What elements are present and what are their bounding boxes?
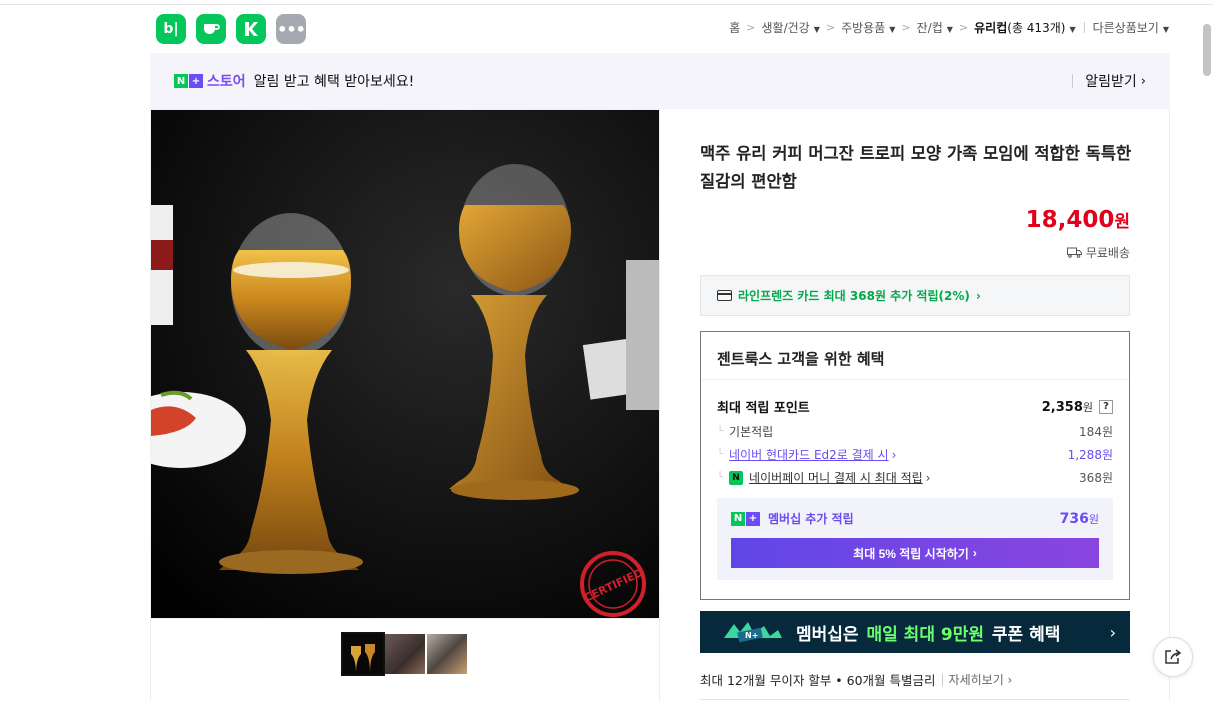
installment-info: 최대 12개월 무이자 할부 • 60개월 특별금리 자세히보기 ›	[700, 671, 1013, 688]
breadcrumb-item-kitchen[interactable]: 주방용품 ▼	[841, 19, 895, 36]
thumbnail-3[interactable]	[427, 634, 467, 674]
thumbnail-2[interactable]	[385, 634, 425, 674]
chevron-right-icon: >	[958, 21, 969, 34]
max-points-row: 최대 적립 포인트 2,358원?	[717, 397, 1113, 416]
npay-points-row: └ N 네이버페이 머니 결제 시 최대 적립 › 368원	[717, 469, 1113, 486]
svg-text:N+: N+	[745, 631, 758, 640]
caret-down-icon: ▼	[889, 25, 896, 34]
other-products-link[interactable]: 다른상품보기 ▼	[1093, 19, 1169, 36]
nplus-logo: N +	[174, 74, 203, 88]
caret-down-icon: ▼	[1069, 25, 1076, 34]
truck-icon	[1066, 247, 1082, 258]
cup-icon	[204, 24, 220, 34]
breadcrumb-item-cups[interactable]: 잔/컵 ▼	[917, 19, 953, 36]
npay-icon: N	[729, 470, 744, 485]
breadcrumb-current[interactable]: 유리컵(총 413개) ▼	[974, 19, 1075, 36]
breadcrumb: 홈 > 생활/건강 ▼ > 주방용품 ▼ > 잔/컵 ▼ > 유리컵(총 413개) ▼…	[729, 19, 1169, 36]
npay-link[interactable]: 네이버페이 머니 결제 시 최대 적립	[749, 469, 923, 486]
product-price: 18,400원	[1025, 207, 1130, 233]
chevron-right-icon: ›	[975, 288, 981, 303]
top-divider	[0, 4, 1213, 5]
share-button[interactable]	[1153, 637, 1193, 677]
scrollbar-thumb[interactable]	[1203, 24, 1211, 76]
chevron-right-icon: ›	[891, 447, 897, 462]
k-logo-icon	[245, 22, 258, 36]
store-label: 스토어	[207, 74, 246, 90]
card-points-row: └ 네이버 현대카드 Ed2로 결제 시 › 1,288원	[717, 446, 1113, 463]
chevron-right-icon: ›	[972, 546, 977, 560]
chevron-right-icon: >	[901, 21, 911, 34]
chevron-right-icon: ›	[1140, 73, 1146, 89]
chevron-right-icon: >	[746, 21, 756, 34]
card-offer-link[interactable]: 라인프렌즈 카드 최대 368원 추가 적립(2%) ›	[700, 275, 1130, 316]
thumbnail-list	[341, 632, 467, 676]
banner-message: 알림 받고 혜택 받아보세요!	[253, 74, 415, 90]
benefit-title: 젠트룩스 고객을 위한 혜택	[701, 332, 1129, 380]
blog-app-icon[interactable]: b|	[156, 14, 186, 44]
hyundai-card-link[interactable]: 네이버 현대카드 Ed2로 결제 시	[729, 446, 889, 463]
help-icon[interactable]: ?	[1099, 399, 1113, 414]
coupon-graphic-icon: N+	[724, 622, 782, 643]
product-main-image[interactable]: CERTIFIED	[150, 109, 660, 619]
divider	[700, 699, 1130, 700]
shipping-info: 무료배송	[1066, 244, 1130, 261]
divider	[1083, 22, 1085, 33]
nplus-logo: N +	[731, 511, 760, 526]
thumbnail-1[interactable]	[341, 632, 385, 676]
store-alert-banner: N + 스토어 알림 받고 혜택 받아보세요! 알림받기 ›	[150, 53, 1170, 109]
chevron-right-icon: ›	[1109, 622, 1116, 642]
basic-points-row: └ 기본적립 184원	[717, 425, 1113, 439]
caret-down-icon: ▼	[813, 25, 820, 34]
details-link[interactable]: 자세히보기 ›	[949, 671, 1013, 688]
product-title: 맥주 유리 커피 머그잔 트로피 모양 가족 모임에 적합한 독특한 질감의 편…	[700, 144, 1132, 191]
caret-down-icon: ▼	[946, 25, 953, 34]
chevron-right-icon: ›	[925, 470, 931, 485]
cafe-app-icon[interactable]	[196, 14, 226, 44]
breadcrumb-home[interactable]: 홈	[729, 19, 740, 36]
membership-box: N + 멤버십 추가 적립 736원 최대 5% 적립 시작하기 ›	[717, 498, 1113, 580]
start-membership-button[interactable]: 최대 5% 적립 시작하기 ›	[731, 538, 1099, 568]
caret-down-icon: ▼	[1162, 25, 1169, 34]
breadcrumb-item-health[interactable]: 생활/건강 ▼	[762, 19, 820, 36]
membership-promo-banner[interactable]: N+ 멤버십은 매일 최대 9만원 쿠폰 혜택 ›	[700, 611, 1130, 653]
trophy-glasses-image: CERTIFIED	[151, 110, 659, 618]
more-apps-icon[interactable]: •••	[276, 14, 306, 44]
customer-benefit-box: 젠트룩스 고객을 위한 혜택 최대 적립 포인트 2,358원? └ 기본적립 1…	[700, 331, 1130, 600]
kin-app-icon[interactable]	[236, 14, 266, 44]
share-icon	[1165, 649, 1182, 664]
chevron-right-icon: >	[825, 21, 836, 34]
app-shortcuts: b| •••	[156, 14, 306, 44]
subscribe-alert-button[interactable]: 알림받기 ›	[1072, 71, 1146, 91]
credit-card-icon	[717, 290, 732, 301]
